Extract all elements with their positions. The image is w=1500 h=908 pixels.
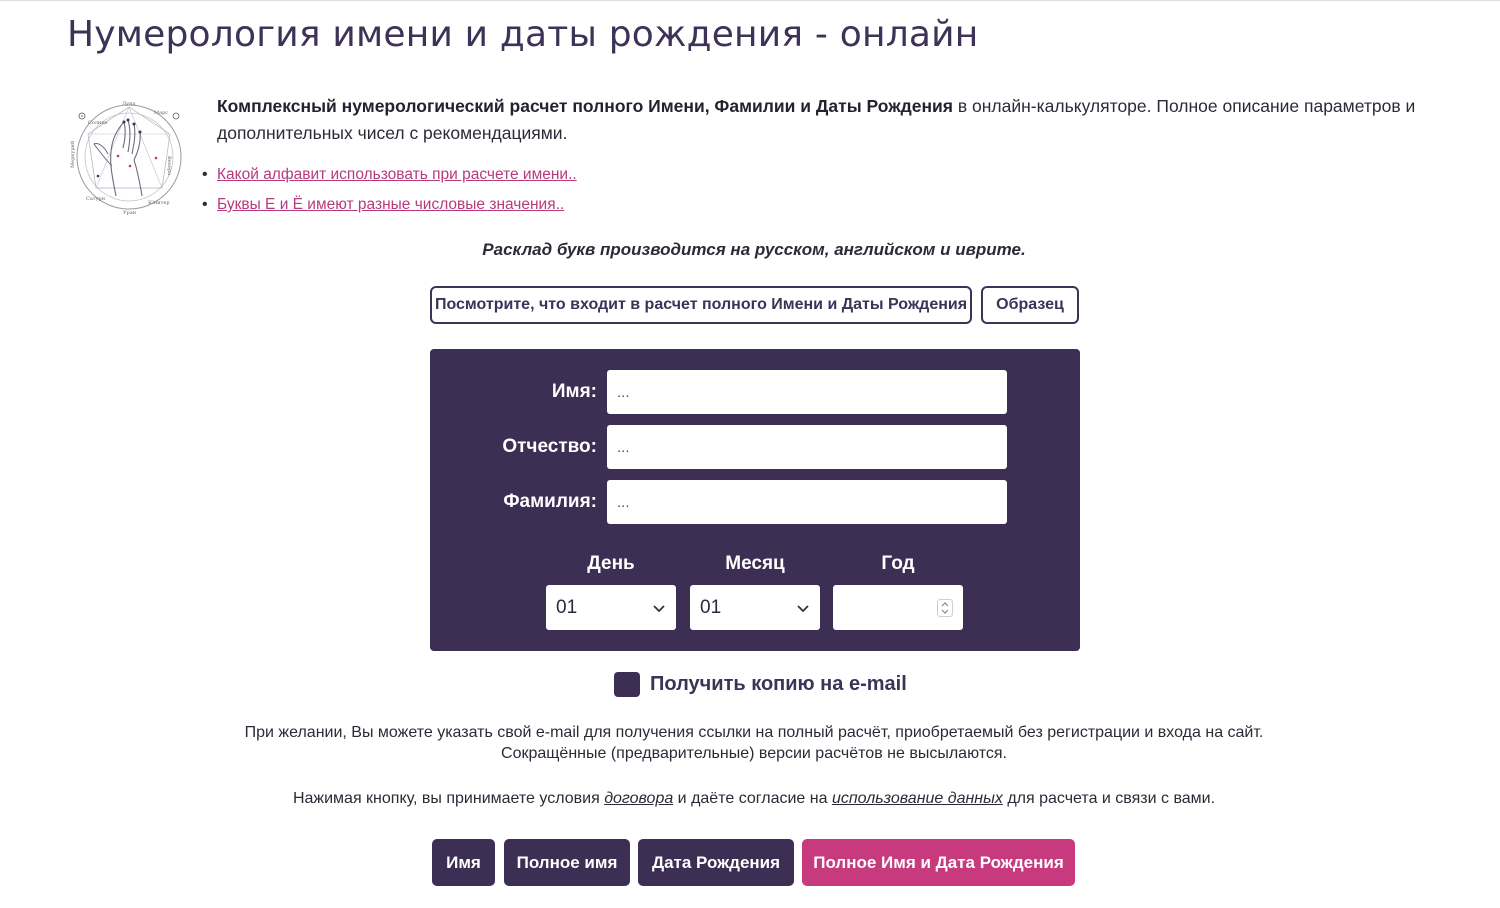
day-select[interactable]: 01: [546, 585, 676, 630]
patronymic-label: Отчество:: [502, 436, 597, 457]
name-label: Имя:: [551, 381, 597, 402]
consent-post: для расчета и связи с вами.: [1002, 790, 1216, 807]
year-input[interactable]: [833, 585, 963, 630]
month-label: Месяц: [725, 553, 785, 574]
email-copy-label[interactable]: Получить копию на e-mail: [650, 673, 907, 696]
consent-pre: Нажимая кнопку, вы принимаете условия: [292, 790, 605, 807]
calc-full-name-button[interactable]: Полное имя: [504, 839, 630, 886]
consent-mid: и даёте согласие на: [673, 790, 832, 807]
day-value: 01: [556, 596, 578, 618]
top-divider: [0, 0, 1500, 1]
page-title: Нумерология имени и даты рождения - онла…: [67, 14, 979, 55]
info-links: Какой алфавит использовать при расчете и…: [202, 162, 577, 222]
surname-input[interactable]: [607, 480, 1007, 524]
year-label: Год: [881, 553, 915, 574]
email-hint-line2: Сокращённые (предварительные) версии рас…: [501, 745, 1007, 762]
list-item: Буквы Е и Ё имеют разные числовые значен…: [202, 192, 577, 222]
numerology-hand-logo: Луна Марс Солнце Меркурий Венера Сатурн …: [70, 101, 182, 216]
svg-text:Меркурий: Меркурий: [70, 140, 76, 168]
intro-text: Комплексный нумерологический расчет полн…: [217, 93, 1442, 147]
svg-text:Уран: Уран: [123, 210, 137, 216]
surname-label: Фамилия:: [503, 491, 597, 512]
svg-text:Юпитер: Юпитер: [148, 200, 170, 206]
calc-full-name-and-date-button[interactable]: Полное Имя и Дата Рождения: [802, 839, 1075, 886]
svg-text:Луна: Луна: [122, 101, 135, 107]
svg-text:Марс: Марс: [154, 110, 168, 116]
languages-note: Расклад букв производится на русском, ан…: [482, 240, 1026, 259]
svg-text:Сатурн: Сатурн: [86, 196, 106, 202]
alphabet-link[interactable]: Какой алфавит использовать при расчете и…: [217, 166, 577, 183]
month-value: 01: [700, 596, 722, 618]
contract-link[interactable]: договора: [604, 790, 673, 807]
calc-birth-date-button[interactable]: Дата Рождения: [638, 839, 794, 886]
chevron-down-icon: [653, 604, 665, 612]
letters-e-yo-link[interactable]: Буквы Е и Ё имеют разные числовые значен…: [217, 196, 564, 213]
page: Нумерология имени и даты рождения - онла…: [0, 0, 1500, 908]
name-input[interactable]: [607, 370, 1007, 414]
email-hint: При желании, Вы можете указать свой e-ma…: [0, 722, 1500, 764]
chevron-down-icon: [797, 604, 809, 612]
sample-button[interactable]: Образец: [981, 286, 1079, 324]
data-usage-link[interactable]: использование данных: [832, 790, 1003, 807]
svg-text:Солнце: Солнце: [88, 120, 108, 126]
number-spinner-icon[interactable]: [937, 598, 953, 617]
calculator-form: Имя: Отчество: Фамилия: День 01 Месяц 01…: [430, 349, 1080, 651]
intro-bold: Комплексный нумерологический расчет полн…: [217, 96, 953, 116]
day-label: День: [587, 553, 635, 574]
email-hint-line1: При желании, Вы можете указать свой e-ma…: [244, 724, 1264, 741]
list-item: Какой алфавит использовать при расчете и…: [202, 162, 577, 192]
patronymic-input[interactable]: [607, 425, 1007, 469]
email-copy-row: Получить копию на e-mail: [614, 672, 907, 697]
calc-name-button[interactable]: Имя: [432, 839, 495, 886]
email-copy-checkbox[interactable]: [614, 672, 640, 697]
whats-included-button[interactable]: Посмотрите, что входит в расчет полного …: [430, 286, 972, 324]
svg-text:Венера: Венера: [166, 156, 172, 175]
consent-text: Нажимая кнопку, вы принимаете условия до…: [0, 790, 1500, 808]
month-select[interactable]: 01: [690, 585, 820, 630]
